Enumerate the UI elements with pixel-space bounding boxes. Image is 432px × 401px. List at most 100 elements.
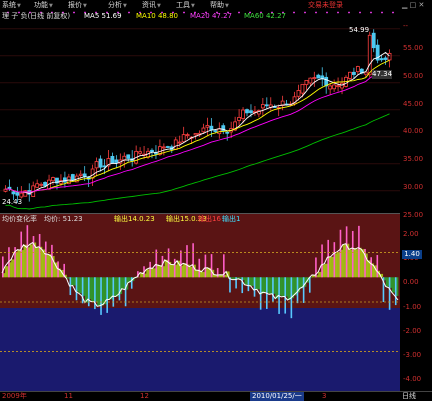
candle-body [174, 140, 177, 150]
candle-body [261, 104, 264, 107]
candle-body [95, 162, 98, 168]
indicator-value-badge: 1.40 [402, 250, 422, 259]
candle-body [238, 117, 241, 120]
indicator-area [257, 277, 260, 289]
candle-body [36, 184, 39, 188]
indicator-bar [106, 277, 108, 313]
axis-tick: 0.00 [403, 278, 419, 286]
signal-marker [315, 12, 317, 14]
indicator-area [91, 277, 94, 301]
indicator-bar [51, 245, 53, 277]
signal-marker [359, 12, 361, 14]
candle-body [40, 184, 43, 185]
candle-body [265, 105, 268, 106]
axis-tick: -3.00 [403, 351, 421, 359]
candle-body [384, 58, 387, 60]
indicator-bar [340, 230, 342, 277]
candle-body [123, 156, 126, 160]
candle-body [364, 72, 367, 74]
price-chart[interactable] [0, 10, 400, 213]
candle-body [111, 156, 114, 163]
menu-quote[interactable]: 报价▼ [68, 0, 87, 10]
close-icon[interactable]: ✕ [418, 1, 424, 9]
indicator-bar [174, 259, 176, 277]
indicator-bar [334, 242, 336, 277]
indicator-bar [198, 259, 200, 277]
indicator-bar [27, 225, 29, 277]
candle-body [186, 135, 189, 136]
menu-system[interactable]: 系统▼ [2, 0, 21, 10]
axis-tick: 55.00 [403, 44, 423, 52]
menu-news[interactable]: 资讯▼ [142, 0, 161, 10]
indicator-bar [211, 254, 213, 277]
candle-body [210, 126, 213, 130]
candle-body [202, 128, 205, 132]
axis-tick: -2.00 [403, 327, 421, 335]
candle-body [380, 59, 383, 60]
trade-login-button[interactable]: 交易未登录 [308, 0, 343, 10]
chevron-down-icon: ▼ [191, 3, 195, 9]
indicator-area [165, 260, 168, 277]
menu-tools[interactable]: 工具▼ [176, 0, 195, 10]
indicator-bar [284, 277, 286, 313]
indicator-area [355, 249, 358, 277]
signal-marker [304, 12, 306, 14]
indicator-area [152, 268, 155, 277]
indicator-area [281, 277, 284, 297]
indicator-output-3: 输出16 [198, 215, 221, 224]
axis-tick: 25.00 [403, 211, 423, 219]
menu-function[interactable]: 功能▼ [34, 0, 53, 10]
minimize-icon[interactable]: ▁ [402, 1, 407, 9]
indicator-area [23, 245, 26, 277]
menu-analysis[interactable]: 分析▼ [108, 0, 127, 10]
indicator-area [73, 277, 76, 285]
indicator-bar [2, 256, 4, 277]
candle-body [242, 110, 245, 118]
candle-body [182, 135, 185, 142]
indicator-bar [45, 242, 47, 278]
indicator-area [122, 277, 125, 288]
chevron-down-icon: ▼ [17, 3, 21, 9]
candle-body [127, 155, 130, 159]
axis-tick: 45.00 [403, 100, 423, 108]
signal-marker [73, 12, 75, 14]
panel-divider [0, 213, 400, 214]
indicator-chart[interactable] [0, 213, 400, 391]
indicator-area [330, 257, 333, 277]
candle-body [348, 72, 351, 78]
indicator-area [251, 277, 254, 286]
signal-marker [348, 12, 350, 14]
indicator-bar [180, 250, 182, 277]
axis-tick: -1.00 [403, 303, 421, 311]
axis-tick: 35.00 [403, 155, 423, 163]
chevron-down-icon: ▼ [49, 3, 53, 9]
indicator-bar [149, 262, 151, 277]
indicator-bar [217, 268, 219, 277]
candle-body [309, 78, 312, 83]
signal-marker [128, 12, 130, 14]
indicator-area [343, 245, 346, 278]
candle-body [249, 111, 252, 113]
maximize-icon[interactable]: □ [410, 1, 417, 9]
chevron-down-icon: ▼ [157, 3, 161, 9]
window-controls[interactable]: ▁ □ ✕ [402, 0, 424, 10]
candle-body [333, 85, 336, 89]
candle-body [329, 86, 332, 89]
indicator-bar [327, 240, 329, 277]
indicator-bar [395, 277, 397, 305]
candle-body [246, 110, 249, 113]
axis-tick: 40.00 [403, 127, 423, 135]
indicator-avg: 均价: 51.23 [44, 215, 83, 224]
candle-body [206, 125, 209, 127]
indicator-bar [100, 277, 102, 315]
menu-help[interactable]: 帮助▼ [210, 0, 229, 10]
candle-body [301, 84, 304, 93]
candle-body [139, 152, 142, 154]
indicator-area [66, 277, 69, 278]
indicator-area [48, 254, 51, 277]
indicator-bar [186, 245, 188, 277]
signal-marker [381, 12, 383, 14]
candle-body [71, 175, 74, 180]
candle-body [52, 178, 55, 181]
price-axis: 55.00 50.00 45.00 40.00 35.00 30.00 25.0… [400, 10, 432, 391]
